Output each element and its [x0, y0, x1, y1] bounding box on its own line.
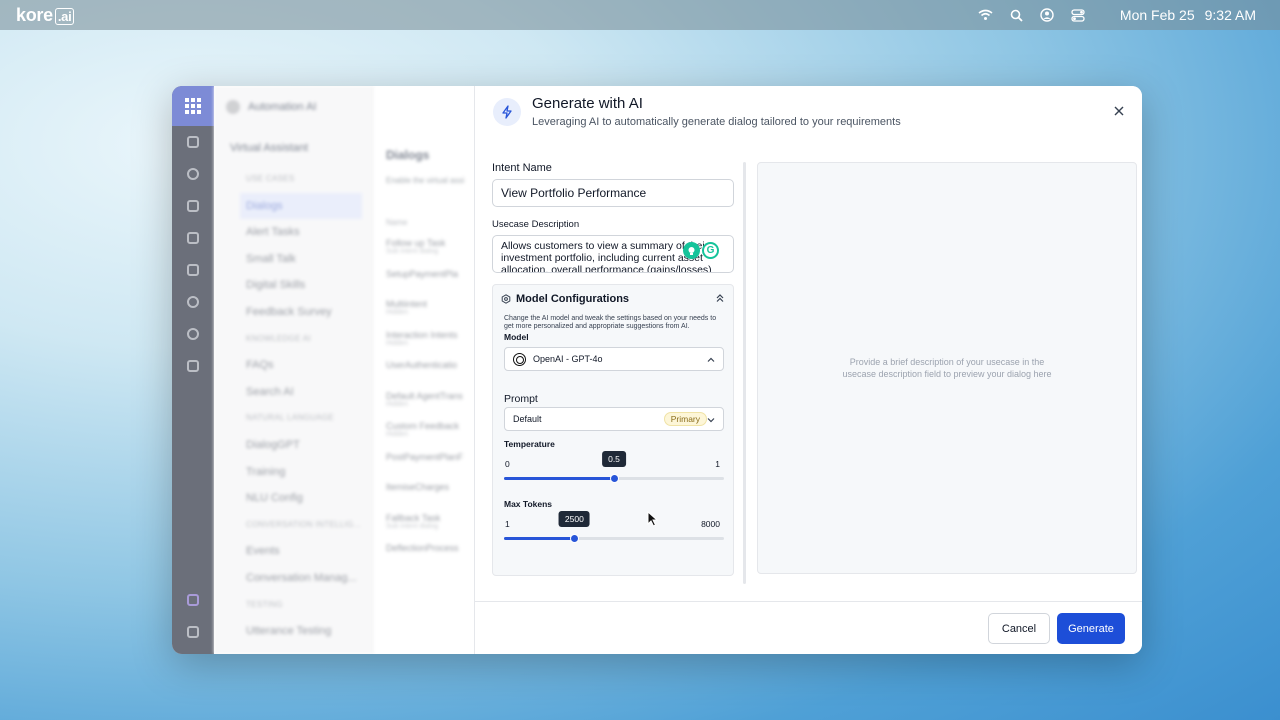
prompt-select[interactable]: Default Primary — [504, 407, 724, 431]
chevron-up-icon[interactable] — [715, 293, 725, 303]
menubar-time: 9:32 AM — [1204, 7, 1256, 23]
calendar-icon[interactable] — [172, 350, 214, 382]
globe-icon[interactable] — [172, 158, 214, 190]
footer-divider — [475, 601, 1142, 602]
prompt-label: Prompt — [504, 393, 538, 405]
model-config-header[interactable]: Model Configurations — [501, 293, 629, 305]
users-icon[interactable] — [172, 286, 214, 318]
max-tokens-slider[interactable]: 2500 — [504, 511, 724, 543]
bot-icon[interactable] — [172, 126, 214, 158]
modal-subtitle: Leveraging AI to automatically generate … — [532, 116, 901, 128]
analytics-icon[interactable] — [172, 222, 214, 254]
settings-icon[interactable] — [172, 318, 214, 350]
grammarly-icon[interactable]: G — [702, 242, 719, 259]
form-column: Intent Name View Portfolio Performance U… — [492, 162, 734, 273]
temperature-tooltip: 0.5 — [602, 451, 626, 467]
temperature-slider-thumb[interactable] — [609, 474, 619, 483]
settings-icon — [501, 294, 511, 304]
generate-button[interactable]: Generate — [1057, 613, 1125, 644]
primary-badge: Primary — [663, 412, 707, 426]
model-label: Model — [504, 332, 529, 342]
user-account-icon[interactable] — [1040, 8, 1055, 23]
chevron-down-icon — [707, 418, 715, 423]
lightbulb-icon[interactable] — [683, 242, 700, 259]
backdrop — [214, 86, 474, 654]
mouse-cursor-icon — [647, 511, 659, 527]
generate-ai-modal: Generate with AI Leveraging AI to automa… — [474, 86, 1142, 654]
search-icon[interactable] — [1009, 8, 1024, 23]
model-select-value: OpenAI - GPT-4o — [533, 354, 603, 364]
rocket-icon[interactable] — [172, 254, 214, 286]
grammarly-widget[interactable]: G — [683, 242, 719, 259]
max-tokens-min: 1 — [505, 519, 510, 529]
temperature-slider[interactable]: 0.5 — [504, 451, 724, 483]
menubar: kore .ai Mon Feb 25 9:32 AM — [0, 0, 1280, 30]
logo-text: kore — [16, 5, 53, 25]
logo-suffix: .ai — [54, 8, 75, 25]
usecase-description-text: Allows customers to view a summary of th… — [501, 240, 712, 273]
lightning-icon — [493, 98, 521, 126]
menubar-date: Mon Feb 25 — [1119, 7, 1195, 23]
close-icon[interactable] — [1112, 104, 1126, 118]
sparkle-icon[interactable] — [172, 584, 214, 616]
modal-title: Generate with AI — [532, 95, 643, 112]
cancel-button[interactable]: Cancel — [988, 613, 1050, 644]
app-window: Automation AI Virtual Assistant USE CASE… — [172, 86, 1142, 654]
chevron-up-icon — [707, 357, 715, 362]
temperature-label: Temperature — [504, 439, 555, 449]
intent-name-input[interactable]: View Portfolio Performance — [492, 179, 734, 207]
prompt-select-value: Default — [513, 414, 542, 424]
temperature-max: 1 — [715, 459, 720, 469]
form-scrollbar[interactable] — [743, 162, 746, 584]
model-select[interactable]: OpenAI - GPT-4o — [504, 347, 724, 371]
preview-placeholder-text: Provide a brief description of your usec… — [842, 357, 1052, 379]
max-tokens-slider-thumb[interactable] — [569, 534, 579, 543]
nav-rail — [172, 86, 214, 654]
temperature-slider-fill — [504, 477, 614, 480]
model-config-description: Change the AI model and tweak the settin… — [504, 315, 717, 330]
docs-icon[interactable] — [172, 616, 214, 648]
dialog-preview-panel: Provide a brief description of your usec… — [757, 162, 1137, 574]
usecase-description-label: Usecase Description — [492, 219, 580, 230]
max-tokens-label: Max Tokens — [504, 499, 553, 509]
intent-name-label: Intent Name — [492, 162, 552, 174]
deploy-icon[interactable] — [172, 190, 214, 222]
max-tokens-slider-fill — [504, 537, 575, 540]
kore-logo: kore .ai — [16, 5, 75, 26]
usecase-description-input[interactable]: Allows customers to view a summary of th… — [492, 235, 734, 273]
model-config-title: Model Configurations — [516, 293, 630, 305]
apps-grid-icon[interactable] — [172, 86, 214, 126]
max-tokens-max: 8000 — [701, 519, 720, 529]
max-tokens-tooltip: 2500 — [558, 511, 590, 527]
control-center-icon[interactable] — [1071, 8, 1086, 23]
wifi-icon[interactable] — [978, 8, 993, 23]
openai-icon — [513, 352, 526, 366]
temperature-min: 0 — [505, 459, 510, 469]
model-configurations-panel: Model Configurations Change the AI model… — [492, 284, 734, 576]
